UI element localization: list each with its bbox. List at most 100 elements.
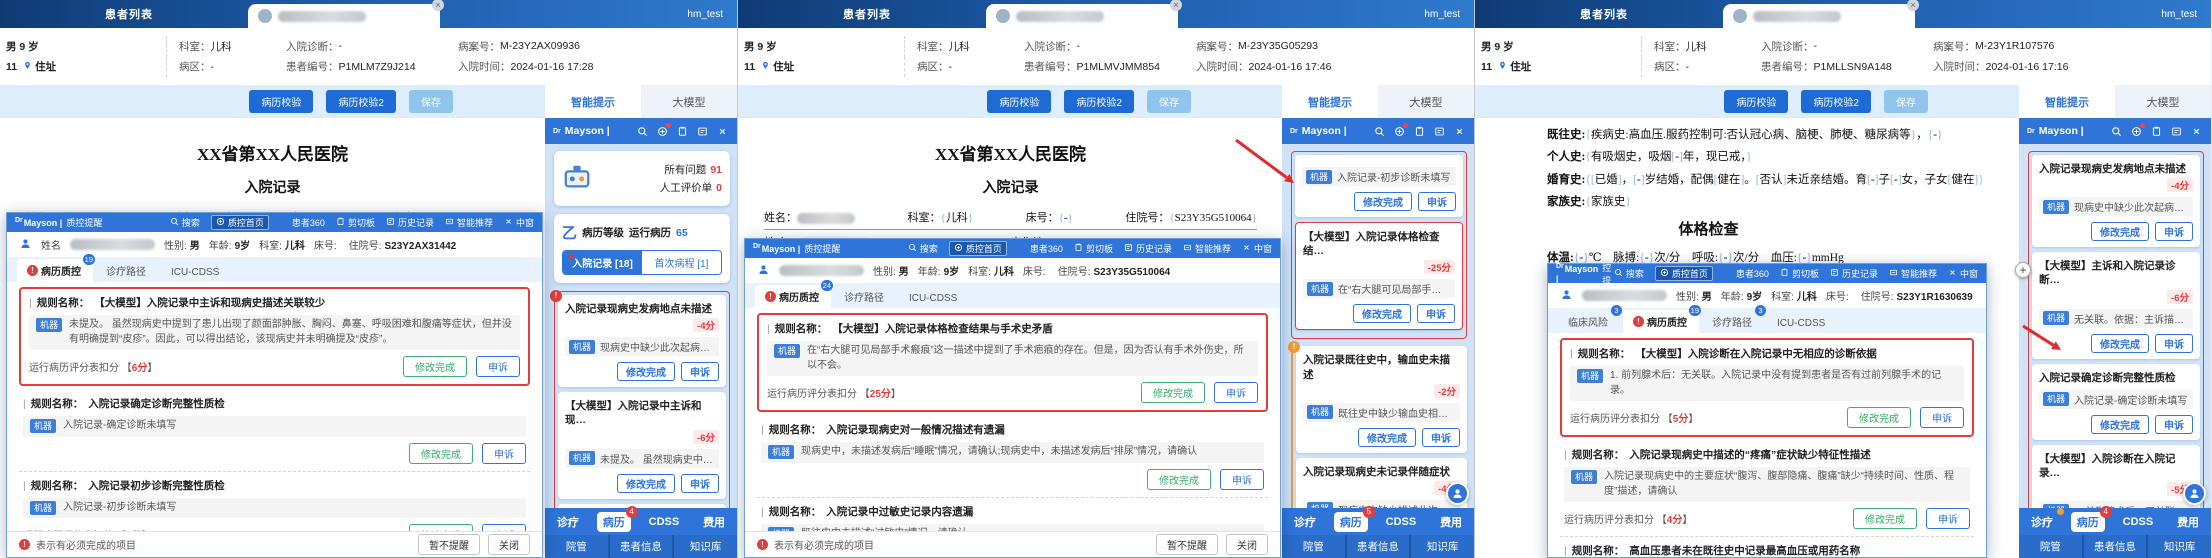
fix-button[interactable]: 修改完成	[1354, 192, 1412, 211]
toolbar-item-2[interactable]: 患者360	[1724, 267, 1769, 280]
close-button[interactable]: 关闭	[1226, 534, 1268, 555]
issue-card[interactable]: ! 入院记录既往史中，输血史未描述 -2分 机器 既往史中缺少输血史相关… 修改完成 申诉	[1288, 341, 1467, 453]
verify-button[interactable]: 病历校验	[1724, 90, 1789, 113]
nav2-item-1[interactable]: 患者信息	[609, 535, 673, 558]
toolbar-item-0[interactable]: 搜索	[908, 242, 938, 255]
nav-tab-2[interactable]: CDSS	[1380, 514, 1423, 530]
fix-button[interactable]: 修改完成	[617, 473, 675, 493]
appeal-button[interactable]: 申诉	[2155, 333, 2193, 353]
toolbar-item-1[interactable]: 质控首页	[210, 215, 269, 230]
fix-button[interactable]: 修改完成	[2091, 222, 2149, 242]
toolbar-item-4[interactable]: 历史记录	[386, 216, 434, 229]
nav-tab-3[interactable]: 费用	[697, 512, 731, 532]
verify2-button[interactable]: 病历校验2	[1801, 90, 1871, 113]
qc-tab-1[interactable]: 诊疗路径	[96, 259, 158, 282]
verify2-button[interactable]: 病历校验2	[326, 90, 396, 113]
qc-titlebar[interactable]: DrMayson |质控提醒搜索质控首页患者360剪切板历史记录智能推荐中窗	[7, 213, 542, 232]
history-icon[interactable]	[696, 125, 709, 138]
close-button[interactable]: 关闭	[488, 534, 530, 555]
nav-tab-3[interactable]: 费用	[2171, 512, 2205, 532]
assistant-avatar[interactable]	[2183, 482, 2206, 505]
nav2-item-2[interactable]: 知识库	[674, 535, 737, 558]
doc-type-tab-0[interactable]: 入院记录 [18]	[563, 251, 642, 274]
issue-card[interactable]: 【大模型】入院记录体格检查结… -25分 机器 在“右大腿可见局部手术瘢… 修改完成 申诉	[1295, 222, 1463, 331]
issue-card[interactable]: 入院记录现病史发病地点未描述 -4分 机器 现病史中缺少此次起病的… 修改完成 申诉	[2032, 155, 2200, 248]
qc-tab-0[interactable]: 临床风险 3	[1558, 305, 1622, 333]
patient-tab[interactable]: ×	[248, 0, 444, 28]
qc-tab-3[interactable]: ICU-CDSS	[1767, 314, 1837, 333]
patient-tab[interactable]: ×	[986, 0, 1182, 28]
tab-llm[interactable]: 大模型	[2115, 85, 2211, 118]
appeal-button[interactable]: 申诉	[681, 362, 719, 382]
issue-card[interactable]: 【大模型】入院记录中主诉和现… -6分 机器 未提及。 虽然现病史中提… 修改完成 申诉	[558, 392, 726, 499]
nav2-item-0[interactable]: 院管	[545, 535, 608, 558]
clipboard-icon[interactable]	[676, 125, 689, 138]
plus-button[interactable]: +	[2015, 262, 2031, 278]
appeal-button[interactable]: 申诉	[2155, 222, 2193, 242]
toolbar-item-4[interactable]: 历史记录	[1830, 267, 1878, 280]
nav2-item-2[interactable]: 知识库	[2148, 535, 2211, 558]
nav-tab-1[interactable]: 病历 4	[2070, 505, 2112, 532]
close-icon[interactable]	[716, 125, 729, 138]
fix-button[interactable]: 修改完成	[1141, 382, 1205, 403]
toolbar-item-1[interactable]: 质控首页	[948, 241, 1007, 256]
tab-smart-tips[interactable]: 智能提示	[1282, 85, 1378, 118]
nav-tab-0[interactable]: 诊疗	[551, 512, 585, 532]
issue-card[interactable]: 【大模型】入院诊断在入院记录…-5分机器1. 前列腺术后：无关联。…修改完成申诉	[2032, 444, 2200, 508]
nav2-item-2[interactable]: 知识库	[1411, 535, 1474, 558]
patient-list-tab[interactable]: 患者列表	[105, 6, 153, 22]
fix-button[interactable]: 修改完成	[1358, 427, 1416, 447]
verify-button[interactable]: 病历校验	[249, 90, 314, 113]
appeal-button[interactable]: 申诉	[1418, 192, 1456, 211]
appeal-button[interactable]: 申诉	[1926, 508, 1970, 529]
nav-tab-1[interactable]: 病历 4	[596, 505, 638, 532]
issue-card[interactable]: 入院记录现病史未记录伴随症状-4分机器现病史中缺少描述此次发…修改完成申诉	[1296, 457, 1467, 508]
toolbar-item-6[interactable]: 中窗	[504, 216, 534, 229]
toolbar-item-1[interactable]: 质控首页	[1654, 266, 1713, 281]
appeal-button[interactable]: 申诉	[482, 442, 526, 464]
appeal-button[interactable]: 申诉	[1214, 382, 1258, 403]
history-icon[interactable]	[1433, 125, 1446, 138]
nav-tab-3[interactable]: 费用	[1434, 512, 1468, 532]
close-icon[interactable]: ×	[1907, 0, 1919, 11]
fix-button[interactable]: 修改完成	[1147, 468, 1211, 490]
nav2-item-1[interactable]: 患者信息	[1346, 535, 1410, 558]
nav-tab-0[interactable]: 诊疗	[2025, 507, 2064, 532]
appeal-button[interactable]: 申诉	[1920, 407, 1964, 428]
nav2-item-1[interactable]: 患者信息	[2083, 535, 2147, 558]
fix-button[interactable]: 修改完成	[2091, 414, 2149, 434]
toolbar-item-0[interactable]: 搜索	[170, 216, 200, 229]
fix-button[interactable]: 修改完成	[403, 356, 467, 377]
fix-button[interactable]: 修改完成	[1353, 304, 1411, 324]
qc-tab-2[interactable]: 诊疗路径 3	[1702, 305, 1766, 333]
toolbar-item-0[interactable]: 搜索	[1614, 267, 1644, 280]
fix-button[interactable]: 修改完成	[1853, 508, 1917, 529]
qc-tab-0[interactable]: ! 病历质控 24	[755, 280, 833, 308]
appeal-button[interactable]: 申诉	[681, 473, 719, 493]
clipboard-icon[interactable]	[2150, 125, 2163, 138]
close-icon[interactable]: ×	[432, 0, 444, 11]
appeal-button[interactable]: 申诉	[2155, 414, 2193, 434]
qc-home-icon[interactable]	[656, 122, 671, 138]
tab-llm[interactable]: 大模型	[1378, 85, 1474, 118]
remind-later-button[interactable]: 暂不提醒	[1156, 534, 1218, 555]
issue-card[interactable]: 入院记录确定诊断完整性质检机器入院记录-确定诊断未填写修改完成申诉	[2032, 363, 2200, 440]
qc-titlebar[interactable]: DrMayson |质控提醒搜索质控首页患者360剪切板历史记录智能推荐中窗	[1548, 250, 1986, 299]
fix-button[interactable]: 修改完成	[1847, 407, 1911, 428]
fix-button[interactable]: 修改完成	[617, 362, 675, 382]
qc-tab-0[interactable]: ! 病历质控 19	[17, 254, 95, 282]
assistant-avatar[interactable]	[1446, 482, 1469, 505]
fix-button[interactable]: 修改完成	[409, 442, 473, 464]
remind-later-button[interactable]: 暂不提醒	[418, 534, 480, 555]
search-icon[interactable]	[2110, 125, 2123, 138]
toolbar-item-5[interactable]: 智能推荐	[1889, 267, 1937, 280]
patient-list-tab[interactable]: 患者列表	[1580, 6, 1628, 22]
nav-tab-2[interactable]: CDSS	[643, 514, 686, 530]
save-button[interactable]: 保存	[1147, 90, 1191, 113]
qc-tab-1[interactable]: 诊疗路径	[834, 285, 896, 308]
tab-smart-tips[interactable]: 智能提示	[545, 85, 641, 118]
verify2-button[interactable]: 病历校验2	[1064, 90, 1134, 113]
tab-smart-tips[interactable]: 智能提示	[2019, 85, 2115, 118]
close-icon[interactable]	[1453, 125, 1466, 138]
doc-type-tab-1[interactable]: 首次病程 [1]	[642, 251, 721, 274]
